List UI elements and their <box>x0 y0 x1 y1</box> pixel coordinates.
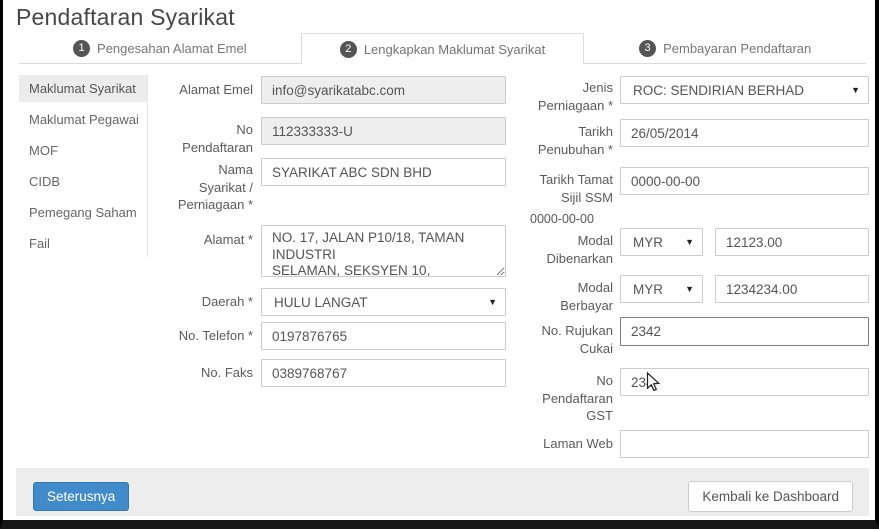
laman-web-label: Laman Web <box>519 435 613 453</box>
tab-label: Pengesahan Alamat Emel <box>97 41 247 56</box>
footer-bar: Seterusnya Kembali ke Dashboard <box>16 468 869 516</box>
no-telefon-input[interactable] <box>261 322 506 350</box>
tab-lengkapkan-maklumat-syarikat[interactable]: 2 Lengkapkan Maklumat Syarikat <box>301 33 585 64</box>
no-pendaftaran-label: No Pendaftaran <box>159 121 253 156</box>
nama-syarikat-input[interactable] <box>261 158 506 186</box>
alamat-emel-label: Alamat Emel <box>159 81 253 99</box>
jenis-perniagaan-label: Jenis Perniagaan * <box>519 79 613 114</box>
no-rujukan-cukai-input[interactable] <box>620 317 869 346</box>
no-faks-input[interactable] <box>261 359 506 387</box>
no-faks-label: No. Faks <box>159 364 253 382</box>
tab-pengesahan-alamat-emel[interactable]: 1 Pengesahan Alamat Emel <box>19 33 301 64</box>
laman-web-input[interactable] <box>620 430 869 458</box>
wizard-tabs: 1 Pengesahan Alamat Emel 2 Lengkapkan Ma… <box>19 33 866 64</box>
step-3-badge-icon: 3 <box>639 40 656 57</box>
jenis-perniagaan-select[interactable]: ROC: SENDIRIAN BERHAD <box>620 76 869 104</box>
tarikh-tamat-sijil-ssm-input[interactable] <box>620 167 869 195</box>
modal-dibenarkan-input[interactable] <box>715 228 869 256</box>
registration-window: Pendaftaran Syarikat 1 Pengesahan Alamat… <box>0 0 879 529</box>
tarikh-tamat-sijil-ssm-label: Tarikh Tamat Sijil SSM <box>519 171 613 206</box>
modal-berbayar-currency-select[interactable]: MYR <box>620 275 703 303</box>
modal-berbayar-input[interactable] <box>715 275 869 303</box>
sidebar-item-mof[interactable]: MOF <box>19 137 147 164</box>
daerah-label: Daerah * <box>159 293 253 311</box>
no-pendaftaran-input[interactable] <box>261 117 506 145</box>
alamat-label: Alamat * <box>159 231 253 249</box>
no-rujukan-cukai-label: No. Rujukan Cukai <box>519 322 613 357</box>
tab-label: Lengkapkan Maklumat Syarikat <box>364 42 545 57</box>
no-telefon-label: No. Telefon * <box>159 327 253 345</box>
tab-label: Pembayaran Pendaftaran <box>663 41 811 56</box>
step-2-badge-icon: 2 <box>340 41 357 58</box>
daerah-select[interactable]: HULU LANGAT <box>261 288 506 316</box>
alamat-emel-input[interactable] <box>261 76 506 104</box>
kembali-ke-dashboard-button[interactable]: Kembali ke Dashboard <box>688 481 853 512</box>
sidebar-item-fail[interactable]: Fail <box>19 230 147 257</box>
no-pendaftaran-gst-input[interactable] <box>620 368 869 396</box>
tarikh-penubuhan-label: Tarikh Penubuhan * <box>519 123 613 158</box>
no-pendaftaran-gst-label: No Pendaftaran GST <box>519 372 613 425</box>
stray-date-text: 0000-00-00 <box>530 212 594 226</box>
sidebar-item-pemegang-saham[interactable]: Pemegang Saham <box>19 199 147 226</box>
sidebar-item-maklumat-pegawai[interactable]: Maklumat Pegawai <box>19 106 147 133</box>
seterusnya-button[interactable]: Seterusnya <box>33 482 129 511</box>
step-1-badge-icon: 1 <box>73 40 90 57</box>
tab-pembayaran-pendaftaran[interactable]: 3 Pembayaran Pendaftaran <box>584 33 866 64</box>
tarikh-penubuhan-input[interactable] <box>620 119 869 147</box>
nama-syarikat-label: Nama Syarikat / Perniagaan * <box>159 161 253 214</box>
alamat-textarea[interactable]: NO. 17, JALAN P10/18, TAMAN INDUSTRI SEL… <box>261 225 506 277</box>
modal-dibenarkan-label: Modal Dibenarkan <box>519 232 613 267</box>
sidebar-item-cidb[interactable]: CIDB <box>19 168 147 195</box>
sidebar-divider <box>147 75 148 257</box>
modal-berbayar-label: Modal Berbayar <box>519 279 613 314</box>
page-title: Pendaftaran Syarikat <box>16 4 235 31</box>
sidebar-item-maklumat-syarikat[interactable]: Maklumat Syarikat <box>19 75 147 102</box>
modal-dibenarkan-currency-select[interactable]: MYR <box>620 228 703 256</box>
